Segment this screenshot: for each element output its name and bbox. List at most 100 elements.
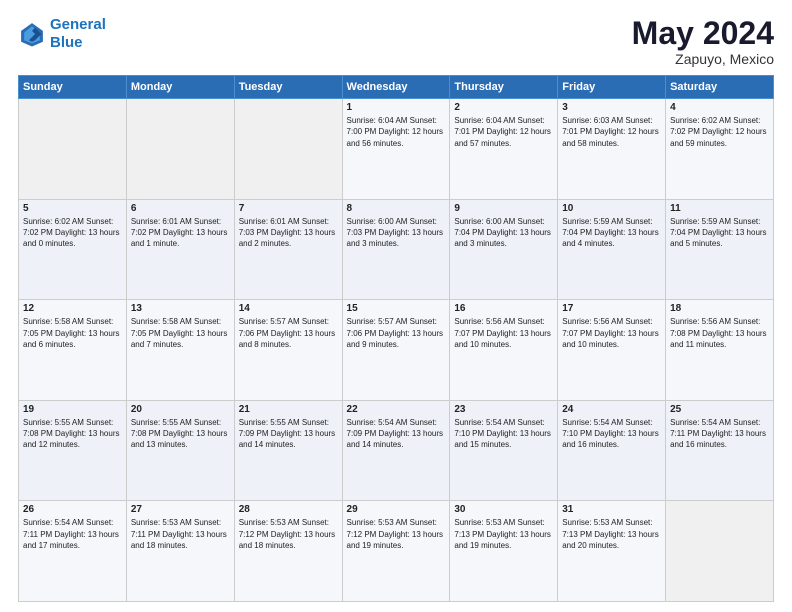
- day-num-3-0: 19: [23, 404, 122, 415]
- cell-4-0: 26 Sunrise: 5:54 AM Sunset: 7:11 PM Dayli…: [19, 501, 127, 602]
- day-info-2-1: Sunrise: 5:58 AM Sunset: 7:05 PM Dayligh…: [131, 316, 230, 350]
- day-num-1-4: 9: [454, 203, 553, 214]
- day-info-3-4: Sunrise: 5:54 AM Sunset: 7:10 PM Dayligh…: [454, 417, 553, 451]
- header: General Blue May 2024 Zapuyo, Mexico: [18, 16, 774, 67]
- header-friday: Friday: [558, 76, 666, 99]
- day-info-2-5: Sunrise: 5:56 AM Sunset: 7:07 PM Dayligh…: [562, 316, 661, 350]
- location: Zapuyo, Mexico: [632, 51, 774, 67]
- day-num-3-3: 22: [347, 404, 446, 415]
- cell-1-5: 10Sunrise: 5:59 AM Sunset: 7:04 PM Dayli…: [558, 199, 666, 300]
- header-thursday: Thursday: [450, 76, 558, 99]
- logo-icon: [18, 20, 46, 48]
- cell-0-0: [19, 99, 127, 200]
- header-sunday: Sunday: [19, 76, 127, 99]
- day-info-4-4: Sunrise: 5:53 AM Sunset: 7:13 PM Dayligh…: [454, 517, 553, 551]
- cell-3-4: 23 Sunrise: 5:54 AM Sunset: 7:10 PM Dayli…: [450, 400, 558, 501]
- cell-2-6: 18Sunrise: 5:56 AM Sunset: 7:08 PM Dayli…: [666, 300, 774, 401]
- day-num-1-6: 11: [670, 203, 769, 214]
- header-monday: Monday: [126, 76, 234, 99]
- cell-0-6: 4Sunrise: 6:02 AM Sunset: 7:02 PM Daylig…: [666, 99, 774, 200]
- header-saturday: Saturday: [666, 76, 774, 99]
- day-info-4-0: Sunrise: 5:54 AM Sunset: 7:11 PM Dayligh…: [23, 517, 122, 551]
- day-info-2-2: Sunrise: 5:57 AM Sunset: 7:06 PM Dayligh…: [239, 316, 338, 350]
- day-info-1-1: Sunrise: 6:01 AM Sunset: 7:02 PM Dayligh…: [131, 216, 230, 250]
- day-num-4-3: 29: [347, 504, 446, 515]
- day-info-2-4: Sunrise: 5:56 AM Sunset: 7:07 PM Dayligh…: [454, 316, 553, 350]
- day-num-4-0: 26: [23, 504, 122, 515]
- day-num-2-5: 17: [562, 303, 661, 314]
- day-info-2-0: Sunrise: 5:58 AM Sunset: 7:05 PM Dayligh…: [23, 316, 122, 350]
- day-info-3-3: Sunrise: 5:54 AM Sunset: 7:09 PM Dayligh…: [347, 417, 446, 451]
- day-num-1-3: 8: [347, 203, 446, 214]
- day-num-3-1: 20: [131, 404, 230, 415]
- day-num-2-0: 12: [23, 303, 122, 314]
- day-info-3-1: Sunrise: 5:55 AM Sunset: 7:08 PM Dayligh…: [131, 417, 230, 451]
- day-info-0-6: Sunrise: 6:02 AM Sunset: 7:02 PM Dayligh…: [670, 115, 769, 149]
- week-row-2: 12 Sunrise: 5:58 AM Sunset: 7:05 PM Dayli…: [19, 300, 774, 401]
- day-num-3-5: 24: [562, 404, 661, 415]
- cell-4-4: 30 Sunrise: 5:53 AM Sunset: 7:13 PM Dayli…: [450, 501, 558, 602]
- cell-0-4: 2 Sunrise: 6:04 AM Sunset: 7:01 PM Daylig…: [450, 99, 558, 200]
- day-info-1-6: Sunrise: 5:59 AM Sunset: 7:04 PM Dayligh…: [670, 216, 769, 250]
- logo-line1: General: [50, 16, 106, 33]
- day-num-2-1: 13: [131, 303, 230, 314]
- day-info-3-6: Sunrise: 5:54 AM Sunset: 7:11 PM Dayligh…: [670, 417, 769, 451]
- day-info-3-2: Sunrise: 5:55 AM Sunset: 7:09 PM Dayligh…: [239, 417, 338, 451]
- day-num-4-5: 31: [562, 504, 661, 515]
- cell-0-2: [234, 99, 342, 200]
- cell-2-1: 13 Sunrise: 5:58 AM Sunset: 7:05 PM Dayli…: [126, 300, 234, 401]
- calendar-table: Sunday Monday Tuesday Wednesday Thursday…: [18, 75, 774, 602]
- cell-1-1: 6 Sunrise: 6:01 AM Sunset: 7:02 PM Daylig…: [126, 199, 234, 300]
- header-tuesday: Tuesday: [234, 76, 342, 99]
- day-num-3-4: 23: [454, 404, 553, 415]
- cell-4-2: 28 Sunrise: 5:53 AM Sunset: 7:12 PM Dayli…: [234, 501, 342, 602]
- week-row-3: 19 Sunrise: 5:55 AM Sunset: 7:08 PM Dayli…: [19, 400, 774, 501]
- day-info-4-1: Sunrise: 5:53 AM Sunset: 7:11 PM Dayligh…: [131, 517, 230, 551]
- cell-2-3: 15Sunrise: 5:57 AM Sunset: 7:06 PM Dayli…: [342, 300, 450, 401]
- day-num-2-6: 18: [670, 303, 769, 314]
- logo: General Blue: [18, 16, 106, 52]
- cell-4-1: 27 Sunrise: 5:53 AM Sunset: 7:11 PM Dayli…: [126, 501, 234, 602]
- cell-0-5: 3Sunrise: 6:03 AM Sunset: 7:01 PM Daylig…: [558, 99, 666, 200]
- day-num-2-2: 14: [239, 303, 338, 314]
- day-info-1-4: Sunrise: 6:00 AM Sunset: 7:04 PM Dayligh…: [454, 216, 553, 250]
- day-info-0-3: Sunrise: 6:04 AM Sunset: 7:00 PM Dayligh…: [347, 115, 446, 149]
- day-num-2-3: 15: [347, 303, 446, 314]
- day-info-1-5: Sunrise: 5:59 AM Sunset: 7:04 PM Dayligh…: [562, 216, 661, 250]
- cell-1-3: 8 Sunrise: 6:00 AM Sunset: 7:03 PM Daylig…: [342, 199, 450, 300]
- cell-3-3: 22 Sunrise: 5:54 AM Sunset: 7:09 PM Dayli…: [342, 400, 450, 501]
- day-num-1-1: 6: [131, 203, 230, 214]
- day-num-0-4: 2: [454, 102, 553, 113]
- day-info-3-0: Sunrise: 5:55 AM Sunset: 7:08 PM Dayligh…: [23, 417, 122, 451]
- day-num-0-5: 3: [562, 102, 661, 113]
- day-num-4-4: 30: [454, 504, 553, 515]
- day-info-0-4: Sunrise: 6:04 AM Sunset: 7:01 PM Dayligh…: [454, 115, 553, 149]
- day-info-1-3: Sunrise: 6:00 AM Sunset: 7:03 PM Dayligh…: [347, 216, 446, 250]
- cell-3-0: 19 Sunrise: 5:55 AM Sunset: 7:08 PM Dayli…: [19, 400, 127, 501]
- calendar: Sunday Monday Tuesday Wednesday Thursday…: [18, 75, 774, 602]
- day-num-1-2: 7: [239, 203, 338, 214]
- cell-0-1: [126, 99, 234, 200]
- day-num-3-2: 21: [239, 404, 338, 415]
- cell-0-3: 1Sunrise: 6:04 AM Sunset: 7:00 PM Daylig…: [342, 99, 450, 200]
- day-info-4-5: Sunrise: 5:53 AM Sunset: 7:13 PM Dayligh…: [562, 517, 661, 551]
- week-row-4: 26 Sunrise: 5:54 AM Sunset: 7:11 PM Dayli…: [19, 501, 774, 602]
- week-row-1: 5Sunrise: 6:02 AM Sunset: 7:02 PM Daylig…: [19, 199, 774, 300]
- day-num-4-2: 28: [239, 504, 338, 515]
- cell-1-2: 7Sunrise: 6:01 AM Sunset: 7:03 PM Daylig…: [234, 199, 342, 300]
- day-info-3-5: Sunrise: 5:54 AM Sunset: 7:10 PM Dayligh…: [562, 417, 661, 451]
- logo-text: General Blue: [50, 16, 106, 52]
- day-info-4-3: Sunrise: 5:53 AM Sunset: 7:12 PM Dayligh…: [347, 517, 446, 551]
- cell-2-0: 12 Sunrise: 5:58 AM Sunset: 7:05 PM Dayli…: [19, 300, 127, 401]
- cell-1-4: 9 Sunrise: 6:00 AM Sunset: 7:04 PM Daylig…: [450, 199, 558, 300]
- cell-3-5: 24 Sunrise: 5:54 AM Sunset: 7:10 PM Dayli…: [558, 400, 666, 501]
- cell-4-6: [666, 501, 774, 602]
- day-num-4-1: 27: [131, 504, 230, 515]
- cell-4-5: 31 Sunrise: 5:53 AM Sunset: 7:13 PM Dayli…: [558, 501, 666, 602]
- day-info-4-2: Sunrise: 5:53 AM Sunset: 7:12 PM Dayligh…: [239, 517, 338, 551]
- cell-2-4: 16 Sunrise: 5:56 AM Sunset: 7:07 PM Dayli…: [450, 300, 558, 401]
- cell-3-1: 20 Sunrise: 5:55 AM Sunset: 7:08 PM Dayli…: [126, 400, 234, 501]
- header-wednesday: Wednesday: [342, 76, 450, 99]
- day-num-2-4: 16: [454, 303, 553, 314]
- cell-3-2: 21 Sunrise: 5:55 AM Sunset: 7:09 PM Dayli…: [234, 400, 342, 501]
